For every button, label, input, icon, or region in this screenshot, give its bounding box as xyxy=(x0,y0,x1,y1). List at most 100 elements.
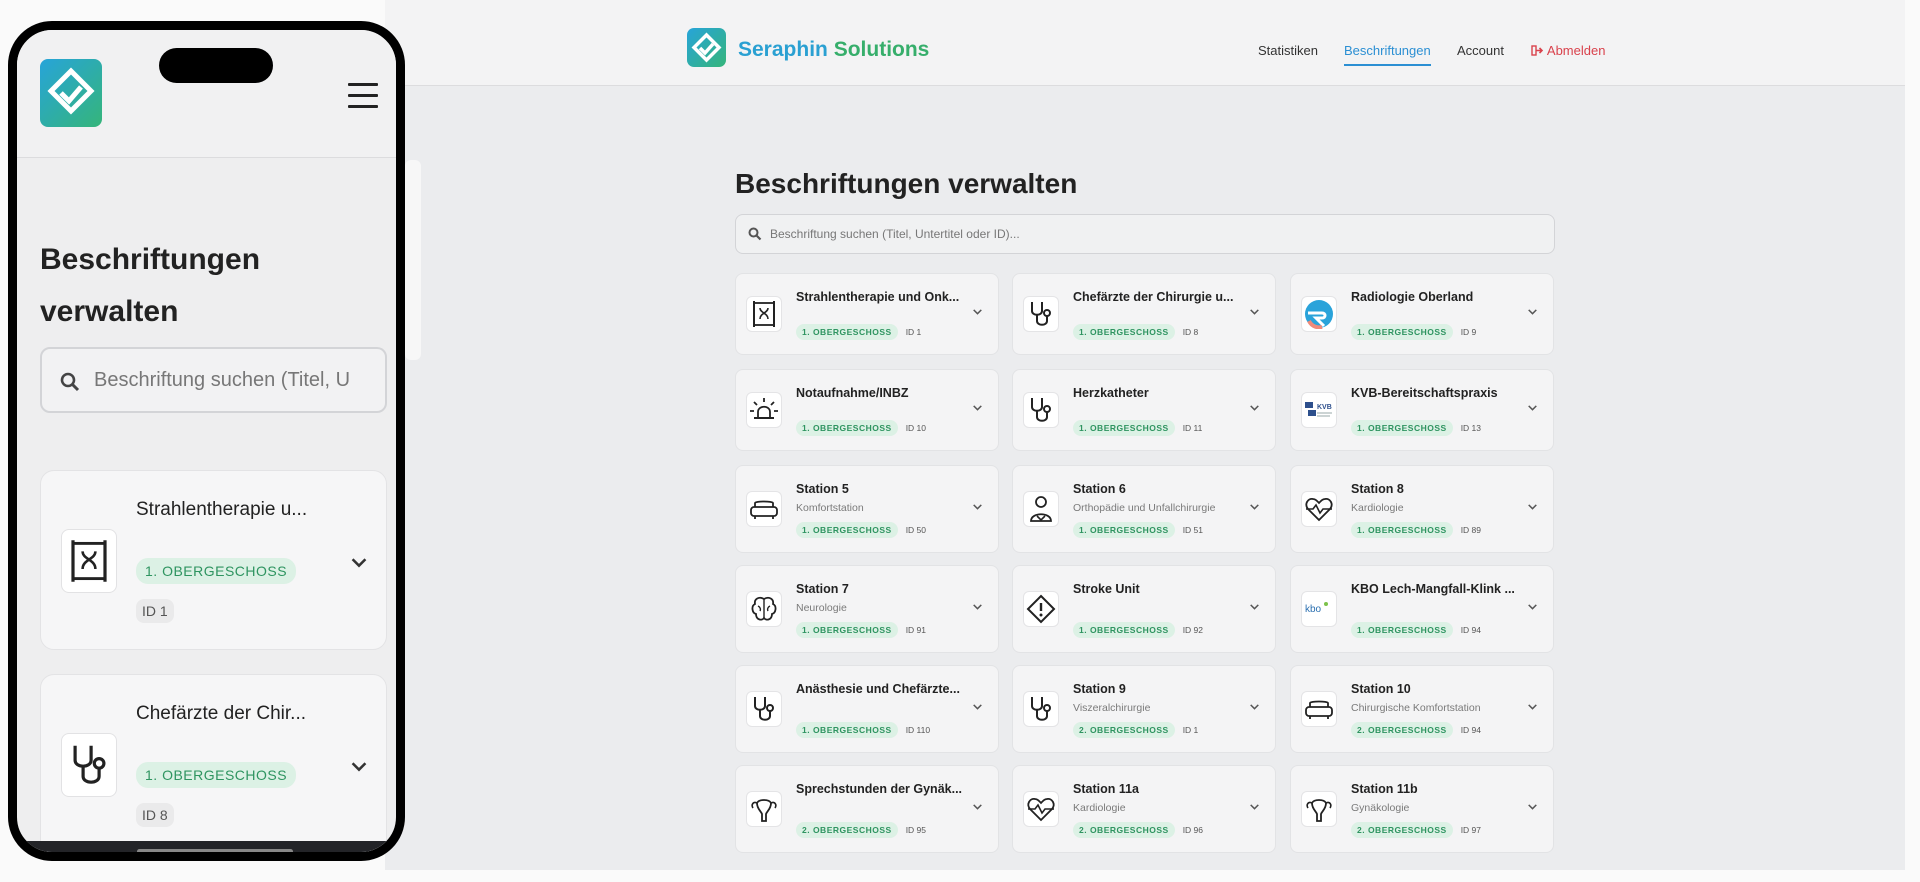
uterus-icon xyxy=(1301,791,1337,827)
stethoscope-icon xyxy=(746,691,782,727)
chevron-down-icon[interactable] xyxy=(1248,305,1261,323)
nav-beschriftungen[interactable]: Beschriftungen xyxy=(1344,43,1431,66)
label-card[interactable]: Station 11a Kardiologie 2. OBERGESCHOSS ID … xyxy=(1012,765,1276,853)
label-card[interactable]: Stroke Unit 1. OBERGESCHOSS ID 92 xyxy=(1012,565,1276,653)
brand-logo-icon[interactable] xyxy=(40,59,102,127)
card-title: Radiologie Oberland xyxy=(1351,290,1474,304)
floor-badge: 1. OBERGESCHOSS xyxy=(1073,622,1175,638)
label-card[interactable]: Radiologie Oberland 1. OBERGESCHOSS ID 9 xyxy=(1290,273,1554,355)
chevron-down-icon[interactable] xyxy=(1248,800,1261,818)
label-card[interactable]: Sprechstunden der Gynäk... 2. OBERGESCHOS… xyxy=(735,765,999,853)
brand-name-part2: Solutions xyxy=(833,38,930,61)
card-title: Notaufnahme/INBZ xyxy=(796,386,909,400)
chevron-down-icon[interactable] xyxy=(971,500,984,518)
sofa-icon xyxy=(1301,691,1337,727)
chevron-down-icon[interactable] xyxy=(1526,700,1539,718)
label-card[interactable]: Station 5 Komfortstation 1. OBERGESCHOSS ID… xyxy=(735,465,999,553)
chevron-down-icon[interactable] xyxy=(348,551,370,578)
card-id: ID 95 xyxy=(905,825,927,835)
label-card[interactable]: Anästhesie und Chefärzte... 1. OBERGESCHO… xyxy=(735,665,999,753)
chevron-down-icon[interactable] xyxy=(1526,600,1539,618)
brand-logo-icon[interactable] xyxy=(687,28,726,67)
phone-side-button xyxy=(405,160,421,360)
chevron-down-icon[interactable] xyxy=(1526,401,1539,419)
chevron-down-icon[interactable] xyxy=(1248,500,1261,518)
card-subtitle: Chirurgische Komfortstation xyxy=(1351,702,1481,714)
floor-badge: 1. OBERGESCHOSS xyxy=(1351,324,1453,340)
chevron-down-icon[interactable] xyxy=(1526,305,1539,323)
chevron-down-icon[interactable] xyxy=(1248,401,1261,419)
label-card[interactable]: Station 9 Viszeralchirurgie 2. OBERGESCHOS… xyxy=(1012,665,1276,753)
card-id: ID 92 xyxy=(1182,625,1204,635)
label-card[interactable]: Station 7 Neurologie 1. OBERGESCHOSS ID 91 xyxy=(735,565,999,653)
card-id: ID 11 xyxy=(1182,423,1203,433)
card-title: Chefärzte der Chir... xyxy=(136,703,307,724)
chevron-down-icon[interactable] xyxy=(971,700,984,718)
card-title: Strahlentherapie u... xyxy=(136,499,308,520)
card-id: ID 94 xyxy=(1460,725,1482,735)
card-subtitle: Neurologie xyxy=(796,602,847,614)
card-title: Station 8 xyxy=(1351,482,1404,496)
label-card[interactable]: Notaufnahme/INBZ 1. OBERGESCHOSS ID 10 xyxy=(735,369,999,451)
mobile-label-card[interactable]: Strahlentherapie u... 1. OBERGESCHOSS ID 1 xyxy=(40,470,387,650)
chevron-down-icon[interactable] xyxy=(1248,600,1261,618)
chevron-down-icon[interactable] xyxy=(971,305,984,323)
floor-badge: 2. OBERGESCHOSS xyxy=(1073,822,1175,838)
card-id: ID 8 xyxy=(136,803,174,827)
kbo-logo-icon: kbo xyxy=(1301,591,1337,627)
card-id: ID 1 xyxy=(905,327,922,337)
card-subtitle: Kardiologie xyxy=(1073,802,1126,814)
chevron-down-icon[interactable] xyxy=(971,600,984,618)
card-title: Station 7 xyxy=(796,582,849,596)
chevron-down-icon[interactable] xyxy=(971,800,984,818)
floor-badge: 1. OBERGESCHOSS xyxy=(1073,522,1175,538)
search-input[interactable] xyxy=(770,215,1540,253)
floor-badge: 1. OBERGESCHOSS xyxy=(1351,522,1453,538)
card-title: Station 10 xyxy=(1351,682,1411,696)
label-card[interactable]: Station 6 Orthopädie und Unfallchirurgie 1… xyxy=(1012,465,1276,553)
label-card[interactable]: KVB KVB-Bereitschaftspraxis 1. OBERGESCHOS… xyxy=(1290,369,1554,451)
card-title: Station 9 xyxy=(1073,682,1126,696)
card-subtitle: Viszeralchirurgie xyxy=(1073,702,1151,714)
chevron-down-icon[interactable] xyxy=(971,401,984,419)
card-subtitle: Orthopädie und Unfallchirurgie xyxy=(1073,502,1216,514)
card-id: ID 97 xyxy=(1460,825,1482,835)
logout-label: Abmelden xyxy=(1546,43,1606,58)
label-card[interactable]: Station 10 Chirurgische Komfortstation 2. … xyxy=(1290,665,1554,753)
label-card[interactable]: Herzkatheter 1. OBERGESCHOSS ID 11 xyxy=(1012,369,1276,451)
dynamic-island xyxy=(159,48,273,83)
floor-badge: 1. OBERGESCHOSS xyxy=(1073,420,1175,436)
top-navbar: Seraphin Solutions Statistiken Beschrift… xyxy=(385,0,1905,86)
card-title: Sprechstunden der Gynäk... xyxy=(796,782,963,796)
chevron-down-icon[interactable] xyxy=(1248,700,1261,718)
card-subtitle: Komfortstation xyxy=(796,502,864,514)
chevron-down-icon[interactable] xyxy=(348,755,370,782)
chevron-down-icon[interactable] xyxy=(1526,800,1539,818)
floor-badge: 2. OBERGESCHOSS xyxy=(1073,722,1175,738)
mobile-label-card[interactable]: Chefärzte der Chir... 1. OBERGESCHOSS ID 8 xyxy=(40,674,387,852)
brand-name[interactable]: Seraphin Solutions xyxy=(738,38,929,62)
heart-pulse-icon xyxy=(1023,791,1059,827)
card-title: Herzkatheter xyxy=(1073,386,1149,400)
nav-account[interactable]: Account xyxy=(1457,43,1504,58)
search-box xyxy=(735,214,1555,254)
card-title: KVB-Bereitschaftspraxis xyxy=(1351,386,1498,400)
page-title: Beschriftungen verwalten xyxy=(735,168,1078,199)
card-title: Station 5 xyxy=(796,482,849,496)
label-card[interactable]: Strahlentherapie und Onk... 1. OBERGESCHO… xyxy=(735,273,999,355)
label-card[interactable]: Station 8 Kardiologie 1. OBERGESCHOSS ID 89 xyxy=(1290,465,1554,553)
search-icon xyxy=(748,227,762,241)
mobile-search-input[interactable] xyxy=(94,349,384,411)
floor-badge: 2. OBERGESCHOSS xyxy=(1351,722,1453,738)
floor-badge: 1. OBERGESCHOSS xyxy=(1351,622,1453,638)
floor-badge: 1. OBERGESCHOSS xyxy=(136,762,297,788)
label-card[interactable]: Station 11b Gynäkologie 2. OBERGESCHOSS ID … xyxy=(1290,765,1554,853)
hamburger-menu-icon[interactable] xyxy=(348,83,378,109)
card-title: Anästhesie und Chefärzte... xyxy=(796,682,960,696)
logout-link[interactable]: Abmelden xyxy=(1531,43,1605,58)
floor-badge: 1. OBERGESCHOSS xyxy=(796,420,898,436)
label-card[interactable]: kbo KBO Lech-Mangfall-Klink ... 1. OBERGES… xyxy=(1290,565,1554,653)
nav-statistiken[interactable]: Statistiken xyxy=(1258,43,1318,58)
chevron-down-icon[interactable] xyxy=(1526,500,1539,518)
label-card[interactable]: Chefärzte der Chirurgie u... 1. OBERGESCH… xyxy=(1012,273,1276,355)
